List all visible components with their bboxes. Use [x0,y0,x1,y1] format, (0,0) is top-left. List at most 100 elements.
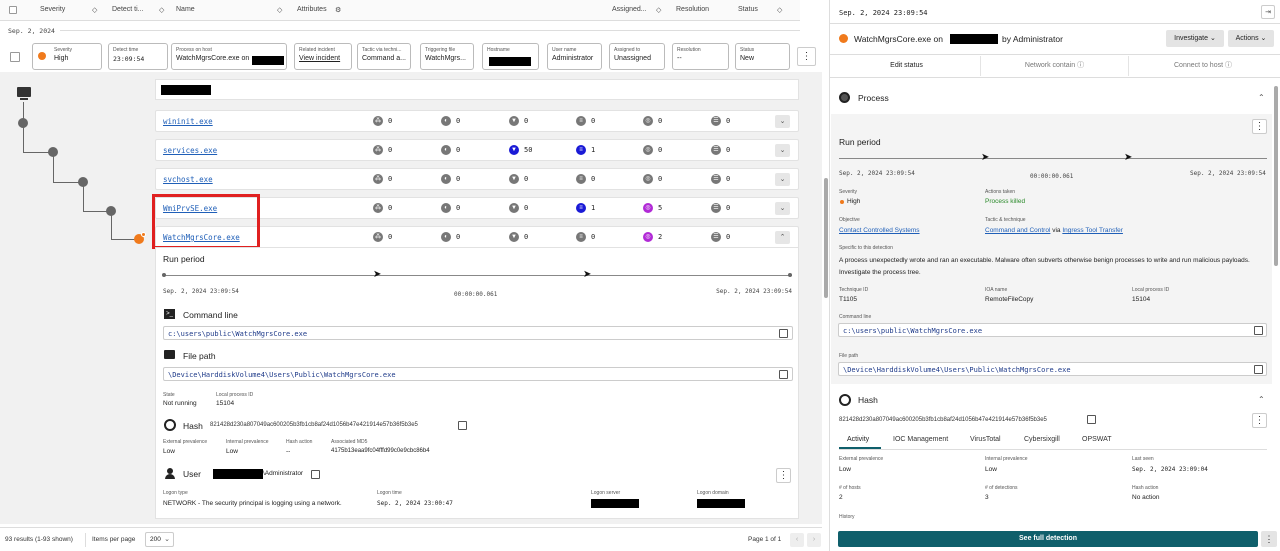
chevron-down-icon[interactable]: ⌄ [775,144,790,157]
gear-icon[interactable]: ⚙ [335,6,341,14]
col-detect-time[interactable]: Detect ti... [112,6,144,13]
logon-server-label: Logon server [591,490,621,496]
chevron-up-icon[interactable]: ⌃ [775,231,790,244]
process-name-link[interactable]: wininit.exe [163,117,213,126]
chevron-up-icon[interactable]: ⌃ [1258,93,1265,102]
dns-count: 0 [456,233,461,241]
investigate-button[interactable]: Investigate ⌄ [1166,30,1224,47]
divider [85,533,86,547]
tab-label: Network contain [1024,62,1076,69]
copy-icon[interactable] [1254,326,1263,335]
scrollbar-thumb[interactable] [824,178,828,298]
process-row-wininit[interactable]: wininit.exe ⁂ 0 ◐ 0 ▼ 0 ≡ 0 ◎ 0 ☰ 0 ⌄ [155,110,799,132]
actions-button[interactable]: Actions ⌄ [1228,30,1274,47]
command-line-box[interactable]: c:\users\public\WatchMgrsCore.exe [163,326,793,340]
objective-link[interactable]: Contact Controlled Systems [839,227,920,234]
tab-opswat[interactable]: OPSWAT [1082,436,1112,443]
col-attributes[interactable]: Attributes [297,6,327,13]
disk-count: 0 [726,204,731,212]
related-incident-card[interactable]: Related incident View incident [294,43,352,70]
detect-time-card[interactable]: Detect time 23:09:54 [108,43,168,70]
process-name-link[interactable]: svchost.exe [163,175,213,184]
registry-count: 1 [591,204,596,212]
next-page-button[interactable]: › [807,533,821,547]
ext-prevalence-value: Low [839,466,851,473]
arrow-icon: ➤ [1124,152,1133,163]
process-row-svchost[interactable]: svchost.exe ⁂ 0 ◐ 0 ▼ 0 ≡ 0 ◎ 0 ☰ 0 ⌄ [155,168,799,190]
file-path-box[interactable]: \Device\HarddiskVolume4\Users\Public\Wat… [163,367,793,381]
col-resolution[interactable]: Resolution [676,6,709,13]
user-menu-button[interactable]: ⋮ [776,468,791,483]
network-count: 0 [388,146,393,154]
chevron-down-icon[interactable]: ⌄ [775,202,790,215]
disk-icon: ☰ [711,145,721,155]
row-checkbox[interactable] [10,52,20,62]
chevron-down-icon[interactable]: ⌄ [775,173,790,186]
items-per-page-select[interactable]: 200 ⌄ [145,532,174,547]
host-row[interactable] [155,79,799,100]
file-path-box[interactable]: \Device\HarddiskVolume4\Users\Public\Wat… [838,362,1267,376]
detections-value: 3 [985,494,989,501]
command-line-title: Command line [183,310,238,320]
tree-node[interactable] [106,206,116,216]
sort-icon[interactable]: ◇ [777,6,782,14]
tree-node[interactable] [78,177,88,187]
command-line-box[interactable]: c:\users\public\WatchMgrsCore.exe [838,323,1267,337]
status-card[interactable]: Status New [735,43,790,70]
view-incident-link[interactable]: View incident [299,54,347,64]
tree-node[interactable] [48,147,58,157]
col-assigned[interactable]: Assigned... [612,6,647,13]
panel-scrollbar-thumb[interactable] [1274,86,1278,266]
process-on-host-card[interactable]: Process on host WatchMgrsCore.exe on [171,43,287,70]
disk-count: 0 [726,233,731,241]
triggering-file-card[interactable]: Triggering file WatchMgrs... [420,43,474,70]
tactic-link[interactable]: Command and Control [985,227,1050,234]
assigned-to-card[interactable]: Assigned to Unassigned [609,43,665,70]
col-severity[interactable]: Severity [40,6,65,13]
tab-cybersixgill[interactable]: Cybersixgill [1024,436,1060,443]
tree-node[interactable] [18,118,28,128]
prev-page-button[interactable]: ‹ [790,533,804,547]
sort-icon[interactable]: ◇ [277,6,282,14]
tab-network-contain[interactable]: Network contain ⓘ [981,56,1129,76]
collapse-panel-icon[interactable]: ⇥ [1261,5,1275,19]
chevron-up-icon[interactable]: ⌃ [1258,395,1265,404]
copy-icon[interactable] [779,370,788,379]
process-name-link[interactable]: services.exe [163,146,217,155]
sort-icon[interactable]: ◇ [92,6,97,14]
md5-label: Associated MD5 [331,439,368,445]
technique-link[interactable]: Ingress Tool Transfer [1062,227,1123,234]
copy-icon[interactable] [458,421,467,430]
file-path-value: \Device\HarddiskVolume4\Users\Public\Wat… [168,371,396,379]
footer-menu-button[interactable]: ⋮ [1261,531,1277,547]
copy-icon[interactable] [1087,415,1096,424]
col-name[interactable]: Name [176,6,195,13]
tab-ioc-management[interactable]: IOC Management [893,436,948,443]
tactic-label: Tactic & technique [985,217,1026,223]
terminal-icon: >_ [164,309,175,319]
copy-icon[interactable] [779,329,788,338]
tab-edit-status[interactable]: Edit status [833,56,981,76]
divider [60,30,800,31]
tab-connect-to-host[interactable]: Connect to host ⓘ [1129,56,1277,76]
process-menu-button[interactable]: ⋮ [1252,119,1267,134]
resolution-card[interactable]: Resolution -- [672,43,729,70]
process-row-services[interactable]: services.exe ⁂ 0 ◐ 0 ▼ 50 ≡ 1 ◎ 0 ☰ 0 ⌄ [155,139,799,161]
tactic-card[interactable]: Tactic via techni... Command a... [357,43,411,70]
see-full-detection-button[interactable]: See full detection [838,531,1258,547]
sort-icon[interactable]: ◇ [656,6,661,14]
copy-icon[interactable] [311,470,320,479]
user-name-card[interactable]: User name Administrator [547,43,602,70]
tab-virustotal[interactable]: VirusTotal [970,436,1001,443]
col-status[interactable]: Status [738,6,758,13]
hostname-card[interactable]: Hostname [482,43,539,70]
select-all-checkbox[interactable] [9,6,17,14]
hash-menu-button[interactable]: ⋮ [1252,413,1267,428]
sort-icon[interactable]: ◇ [159,6,164,14]
date-group-label: Sep. 2, 2024 [8,27,55,35]
copy-icon[interactable] [1254,365,1263,374]
severity-card[interactable]: Severity High [32,43,102,70]
row-menu-button[interactable]: ⋮ [797,47,816,66]
chevron-down-icon[interactable]: ⌄ [775,115,790,128]
tab-activity[interactable]: Activity [847,436,869,443]
